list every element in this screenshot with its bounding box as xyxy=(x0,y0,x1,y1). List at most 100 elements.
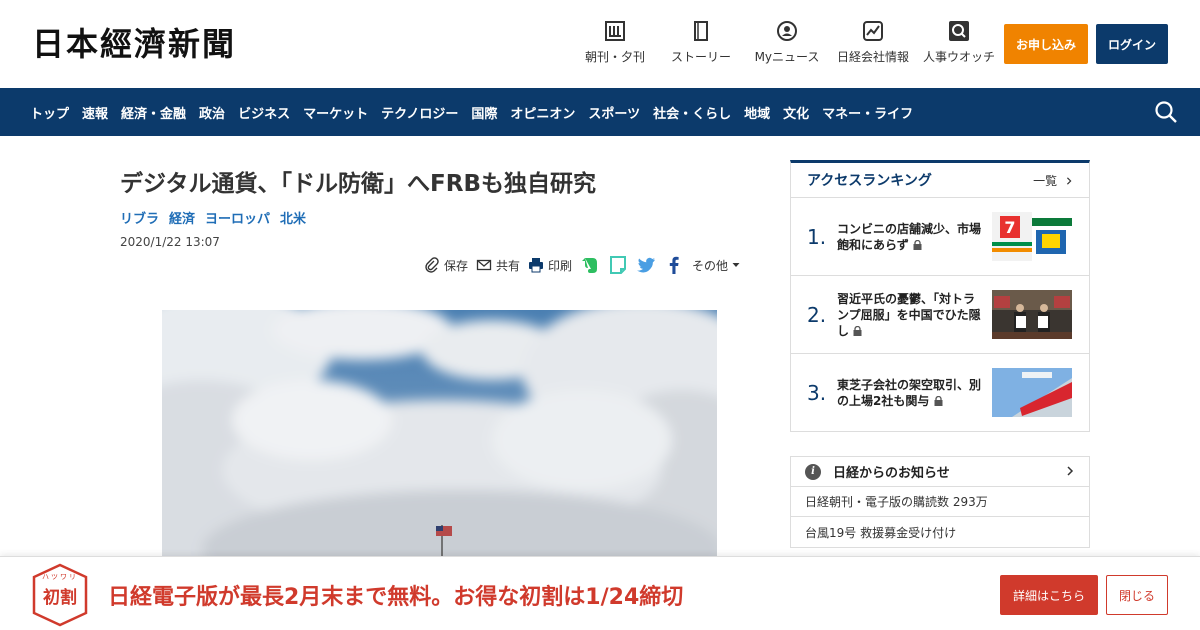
header-nav-label: ストーリー xyxy=(670,50,731,64)
nav-item-culture[interactable]: 文化 xyxy=(783,103,809,122)
mail-icon xyxy=(476,259,492,271)
nav-item-top[interactable]: トップ xyxy=(30,103,69,122)
ranking-text: 習近平氏の憂鬱、「対トランプ屈服」を中国でひた隠し xyxy=(837,291,985,339)
share-button[interactable]: 共有 xyxy=(476,257,520,274)
main-nav: トップ 速報 経済・金融 政治 ビジネス マーケット テクノロジー 国際 オピニ… xyxy=(0,88,1200,136)
tag-europe[interactable]: ヨーロッパ xyxy=(205,208,270,227)
user-icon xyxy=(777,21,797,41)
header-nav: 朝刊・夕刊 ストーリー Myニュース 日経会社情報 人事ウオッチ xyxy=(572,20,1002,65)
save-label: 保存 xyxy=(444,258,469,273)
site-logo[interactable]: 日本經濟新聞 xyxy=(32,24,236,64)
print-button[interactable]: 印刷 xyxy=(528,257,572,274)
svg-text:7: 7 xyxy=(1004,218,1015,237)
ranking-item[interactable]: 2. 習近平氏の憂鬱、「対トランプ屈服」を中国でひた隠し xyxy=(791,276,1089,354)
twitter-icon xyxy=(637,257,656,273)
building-sign-image xyxy=(992,368,1072,417)
notice-header[interactable]: i 日経からのお知らせ xyxy=(791,457,1089,487)
ranking-item[interactable]: 3. 東芝子会社の架空取引、別の上場2社も関与 xyxy=(791,354,1089,432)
promo-banner: ハツワリ 初割 日経電子版が最長2月末まで無料。お得な初割は1/24締切 詳細は… xyxy=(0,556,1200,630)
print-label: 印刷 xyxy=(548,258,573,273)
header-nav-item-mynews[interactable]: Myニュース xyxy=(744,20,830,65)
search-person-icon xyxy=(949,21,969,41)
printer-icon xyxy=(529,258,544,273)
promo-close-button[interactable]: 閉じる xyxy=(1106,575,1168,615)
facebook-icon xyxy=(669,256,679,274)
nav-item-business[interactable]: ビジネス xyxy=(238,103,290,122)
sky-clouds-image xyxy=(162,310,717,570)
ranking-text: 東芝子会社の架空取引、別の上場2社も関与 xyxy=(837,377,985,409)
convenience-store-image: 7 xyxy=(992,212,1072,261)
twitter-button[interactable] xyxy=(636,255,656,275)
nav-item-region[interactable]: 地域 xyxy=(744,103,770,122)
header-nav-item-company[interactable]: 日経会社情報 xyxy=(830,20,916,65)
notice-item[interactable]: 台風19号 救援募金受け付け xyxy=(791,517,1089,547)
login-button[interactable]: ログイン xyxy=(1096,24,1168,64)
facebook-button[interactable] xyxy=(664,255,684,275)
ranking-text: コンビニの店舗減少、市場飽和にあらず xyxy=(837,221,985,253)
nav-item-society[interactable]: 社会・くらし xyxy=(653,103,731,122)
search-icon[interactable] xyxy=(1154,100,1178,124)
article-date: 2020/1/22 13:07 xyxy=(120,235,220,249)
book-icon xyxy=(694,21,708,41)
lock-icon xyxy=(853,325,862,336)
paperclip-icon xyxy=(425,257,439,273)
ranking-item[interactable]: 1. コンビニの店舗減少、市場飽和にあらず 7 xyxy=(791,198,1089,276)
ranking-number: 1. xyxy=(807,224,827,249)
ranking-number: 3. xyxy=(807,381,827,405)
tag-libra[interactable]: リブラ xyxy=(120,208,159,227)
ranking-title: アクセスランキング xyxy=(807,173,932,189)
tag-economy[interactable]: 経済 xyxy=(169,208,195,227)
nav-item-sokuho[interactable]: 速報 xyxy=(82,103,108,122)
nav-item-opinion[interactable]: オピニオン xyxy=(510,103,575,122)
note-button[interactable] xyxy=(608,255,628,275)
lock-icon xyxy=(934,396,943,406)
badge-text: 初割 xyxy=(43,587,77,608)
caret-down-icon xyxy=(732,263,740,267)
nikkei-notice: i 日経からのお知らせ 日経朝刊・電子版の購読数 293万 台風19号 救援募金… xyxy=(790,456,1090,548)
header-nav-item-story[interactable]: ストーリー xyxy=(658,20,744,65)
apply-button[interactable]: お申し込み xyxy=(1004,24,1088,64)
save-button[interactable]: 保存 xyxy=(424,257,468,274)
article-tags: リブラ 経済 ヨーロッパ 北米 xyxy=(120,208,760,227)
notice-item[interactable]: 日経朝刊・電子版の購読数 293万 xyxy=(791,487,1089,517)
nav-item-technology[interactable]: テクノロジー xyxy=(381,103,458,122)
header-nav-label: 朝刊・夕刊 xyxy=(584,50,645,64)
share-label: 共有 xyxy=(496,258,521,273)
ranking-text-label: 東芝子会社の架空取引、別の上場2社も関与 xyxy=(837,378,982,408)
nav-item-economy[interactable]: 経済・金融 xyxy=(121,103,186,122)
nav-item-sports[interactable]: スポーツ xyxy=(588,103,640,122)
note-icon xyxy=(610,256,627,274)
evernote-button[interactable] xyxy=(580,255,600,275)
article-title: デジタル通貨、「ドル防衛」へFRBも独自研究 xyxy=(120,171,596,197)
site-header: 日本經濟新聞 朝刊・夕刊 ストーリー Myニュース 日経会社情報 人事ウオッチ … xyxy=(0,0,1200,88)
signing-ceremony-image xyxy=(992,290,1072,339)
more-button[interactable]: その他 xyxy=(692,257,740,274)
more-label: その他 xyxy=(692,258,729,273)
ranking-thumbnail xyxy=(992,290,1072,339)
header-nav-label: Myニュース xyxy=(754,50,820,64)
header-nav-item-jinji[interactable]: 人事ウオッチ xyxy=(916,20,1002,65)
nav-item-market[interactable]: マーケット xyxy=(303,103,368,122)
promo-text: 日経電子版が最長2月末まで無料。お得な初割は1/24締切 xyxy=(108,585,684,610)
nav-item-money-life[interactable]: マネー・ライフ xyxy=(822,103,913,122)
header-nav-label: 日経会社情報 xyxy=(836,50,909,64)
ranking-more-link[interactable]: 一覧 xyxy=(1033,172,1073,189)
chart-icon xyxy=(863,21,883,41)
chevron-right-icon xyxy=(1067,466,1074,476)
nav-item-international[interactable]: 国際 xyxy=(471,103,497,122)
access-ranking: アクセスランキング 一覧 1. コンビニの店舗減少、市場飽和にあらず 7 2. … xyxy=(790,160,1090,432)
header-nav-item-paper[interactable]: 朝刊・夕刊 xyxy=(572,20,658,65)
info-icon: i xyxy=(805,463,821,480)
notice-title: 日経からのお知らせ xyxy=(833,466,950,481)
ranking-more-label: 一覧 xyxy=(1033,173,1058,188)
tag-north-america[interactable]: 北米 xyxy=(280,208,306,227)
lock-icon xyxy=(913,239,922,250)
chevron-right-icon xyxy=(1066,176,1072,185)
promo-detail-button[interactable]: 詳細はこちら xyxy=(1000,575,1098,615)
article: デジタル通貨、「ドル防衛」へFRBも独自研究 リブラ 経済 ヨーロッパ 北米 2… xyxy=(120,160,760,274)
badge-kana: ハツワリ xyxy=(42,573,78,581)
newspaper-icon xyxy=(605,21,625,41)
article-photo xyxy=(162,310,717,570)
nav-item-politics[interactable]: 政治 xyxy=(199,103,225,122)
header-nav-label: 人事ウオッチ xyxy=(922,50,995,64)
